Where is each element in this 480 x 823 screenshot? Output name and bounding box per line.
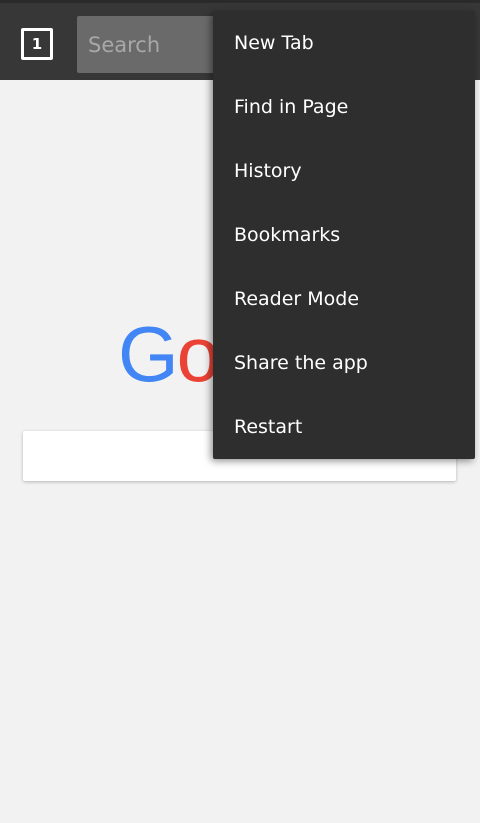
menu-item-new-tab[interactable]: New Tab	[213, 11, 475, 75]
overflow-menu: New Tab Find in Page History Bookmarks R…	[213, 11, 475, 459]
menu-item-bookmarks[interactable]: Bookmarks	[213, 203, 475, 267]
menu-item-restart[interactable]: Restart	[213, 395, 475, 459]
logo-letter: o	[176, 310, 220, 398]
menu-item-reader-mode[interactable]: Reader Mode	[213, 267, 475, 331]
menu-item-find-in-page[interactable]: Find in Page	[213, 75, 475, 139]
logo-letter: G	[118, 310, 179, 398]
menu-item-share-app[interactable]: Share the app	[213, 331, 475, 395]
tab-counter-button[interactable]: 1	[21, 28, 53, 60]
search-input[interactable]	[77, 16, 227, 73]
menu-item-history[interactable]: History	[213, 139, 475, 203]
